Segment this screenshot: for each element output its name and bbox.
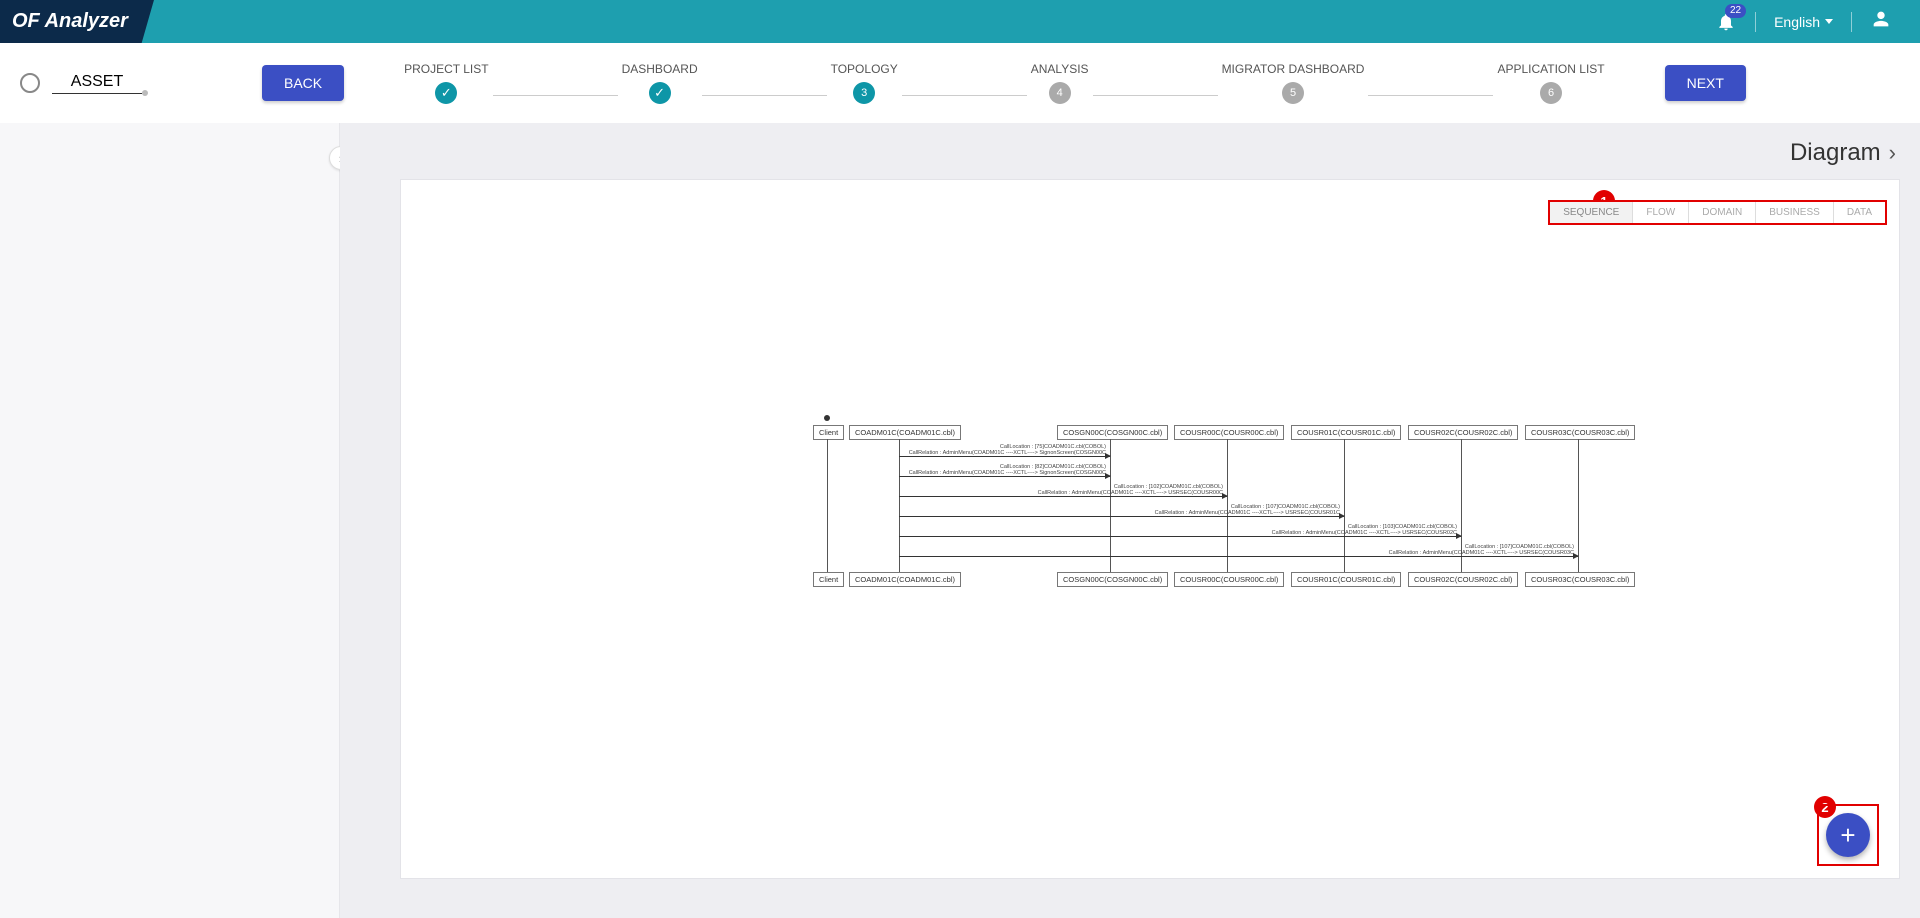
lifeline xyxy=(1344,439,1345,572)
sequence-lane: COUSR03C(COUSR03C.cbl) xyxy=(1525,425,1635,440)
step-topology[interactable]: TOPOLOGY 3 xyxy=(831,62,898,104)
diagram-panel: 1 SEQUENCE FLOW DOMAIN BUSINESS DATA Cli… xyxy=(400,179,1900,879)
app-logo: OF Analyzer xyxy=(0,0,154,43)
top-bar: OF Analyzer 22 English xyxy=(0,0,1920,43)
tab-domain[interactable]: DOMAIN xyxy=(1689,202,1756,223)
user-icon xyxy=(1870,8,1892,30)
asset-label: ASSET xyxy=(71,73,123,90)
asset-field[interactable]: ASSET xyxy=(52,73,142,94)
sequence-diagram: Client Client COADM01C(COADM01C.cbl) COADM0… xyxy=(813,425,1693,615)
step-track: PROJECT LIST ✓ DASHBOARD ✓ TOPOLOGY 3 AN… xyxy=(404,62,1604,104)
step-migrator-dashboard[interactable]: MIGRATOR DASHBOARD 5 xyxy=(1222,62,1365,104)
sidebar: › xyxy=(0,123,340,918)
add-button[interactable]: + xyxy=(1826,813,1870,857)
lifeline xyxy=(899,439,900,572)
sequence-lane: COSGN00C(COSGN00C.cbl) xyxy=(1057,572,1168,587)
tab-flow[interactable]: FLOW xyxy=(1633,202,1689,223)
sequence-lane: COUSR01C(COUSR01C.cbl) xyxy=(1291,425,1401,440)
sequence-lane: COUSR01C(COUSR01C.cbl) xyxy=(1291,572,1401,587)
sequence-lane: COADM01C(COADM01C.cbl) xyxy=(849,572,961,587)
sequence-lane: COUSR00C(COUSR00C.cbl) xyxy=(1174,425,1284,440)
asset-radio[interactable] xyxy=(20,73,40,93)
plus-icon: + xyxy=(1840,820,1855,851)
sequence-lane: Client xyxy=(813,572,844,587)
sequence-lane: COSGN00C(COSGN00C.cbl) xyxy=(1057,425,1168,440)
next-button[interactable]: NEXT xyxy=(1665,65,1746,101)
tab-data[interactable]: DATA xyxy=(1834,202,1885,223)
sequence-lane: Client xyxy=(813,425,844,440)
step-analysis[interactable]: ANALYSIS 4 xyxy=(1031,62,1089,104)
divider xyxy=(1755,12,1756,32)
sequence-lane: COUSR02C(COUSR02C.cbl) xyxy=(1408,425,1518,440)
diagram-tabs: SEQUENCE FLOW DOMAIN BUSINESS DATA xyxy=(1548,200,1887,225)
tab-business[interactable]: BUSINESS xyxy=(1756,202,1834,223)
step-application-list[interactable]: APPLICATION LIST 6 xyxy=(1497,62,1604,104)
notification-badge: 22 xyxy=(1725,4,1746,18)
content-area: Diagram › 1 SEQUENCE FLOW DOMAIN BUSINES… xyxy=(340,123,1920,918)
step-project-list[interactable]: PROJECT LIST ✓ xyxy=(404,62,488,104)
check-icon: ✓ xyxy=(654,85,665,101)
lifeline xyxy=(827,439,828,572)
language-label: English xyxy=(1774,14,1820,30)
stepper-bar: ASSET BACK PROJECT LIST ✓ DASHBOARD ✓ TO… xyxy=(0,43,1920,123)
step-dashboard[interactable]: DASHBOARD ✓ xyxy=(622,62,698,104)
sequence-arrow xyxy=(899,496,1227,497)
sequence-arrow xyxy=(899,556,1578,557)
sequence-lane: COUSR00C(COUSR00C.cbl) xyxy=(1174,572,1284,587)
fab-highlight: + xyxy=(1817,804,1879,866)
back-button[interactable]: BACK xyxy=(262,65,344,101)
language-selector[interactable]: English xyxy=(1774,14,1833,30)
sequence-lane: COADM01C(COADM01C.cbl) xyxy=(849,425,961,440)
divider xyxy=(1851,12,1852,32)
sequence-arrow xyxy=(899,516,1344,517)
notifications-button[interactable]: 22 xyxy=(1715,11,1737,33)
sequence-lane: COUSR02C(COUSR02C.cbl) xyxy=(1408,572,1518,587)
main-area: › Diagram › 1 SEQUENCE FLOW DOMAIN BUSIN… xyxy=(0,123,1920,918)
page-title: Diagram xyxy=(1790,139,1881,167)
user-menu[interactable] xyxy=(1870,8,1892,35)
check-icon: ✓ xyxy=(441,85,452,101)
sequence-arrow xyxy=(899,476,1110,477)
chevron-down-icon xyxy=(1825,19,1833,24)
logo-text: OF Analyzer xyxy=(12,10,128,33)
sequence-lane: COUSR03C(COUSR03C.cbl) xyxy=(1525,572,1635,587)
chevron-right-icon[interactable]: › xyxy=(1889,140,1896,166)
sequence-arrow xyxy=(899,536,1461,537)
tab-sequence[interactable]: SEQUENCE xyxy=(1550,202,1633,223)
dot-icon xyxy=(142,90,148,96)
sequence-arrow xyxy=(899,456,1110,457)
lifeline xyxy=(1227,439,1228,572)
